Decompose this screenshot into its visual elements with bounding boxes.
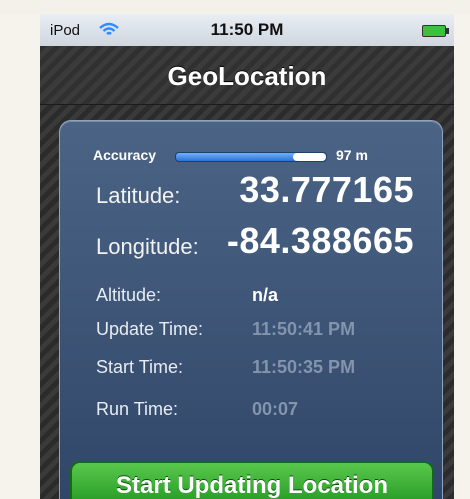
update-time-value: 11:50:41 PM [252, 319, 356, 339]
battery-icon [422, 25, 449, 37]
latitude-value: 33.777165 [239, 169, 414, 210]
location-panel: Accuracy 97 m Latitude: 33.777165 Longit… [59, 120, 443, 499]
altitude-value: n/a [252, 285, 279, 305]
navigation-bar: GeoLocation [40, 46, 454, 105]
start-updating-location-button[interactable]: Start Updating Location [70, 461, 434, 499]
accuracy-value: 97 m [336, 147, 368, 163]
run-time-label: Run Time: [96, 399, 179, 419]
run-time-value: 00:07 [252, 399, 299, 419]
left-frame [0, 14, 40, 499]
accuracy-bar-fill [293, 153, 326, 161]
latitude-label: Latitude: [96, 183, 181, 208]
phone-screen: iPod 11:50 PM GeoLocation Accuracy 97 m … [40, 14, 454, 499]
accuracy-bar [175, 152, 327, 162]
page-title: GeoLocation [167, 61, 327, 91]
longitude-label: Longitude: [96, 234, 199, 259]
outer-top-bar [0, 0, 470, 14]
right-frame [454, 14, 470, 499]
longitude-value: -84.388665 [226, 220, 414, 261]
altitude-label: Altitude: [96, 285, 162, 305]
start-time-label: Start Time: [96, 357, 184, 377]
start-time-value: 11:50:35 PM [252, 357, 356, 377]
accuracy-label: Accuracy [93, 147, 157, 163]
status-time: 11:50 PM [210, 20, 284, 39]
status-bar: iPod 11:50 PM [40, 14, 454, 46]
update-time-label: Update Time: [96, 319, 204, 339]
